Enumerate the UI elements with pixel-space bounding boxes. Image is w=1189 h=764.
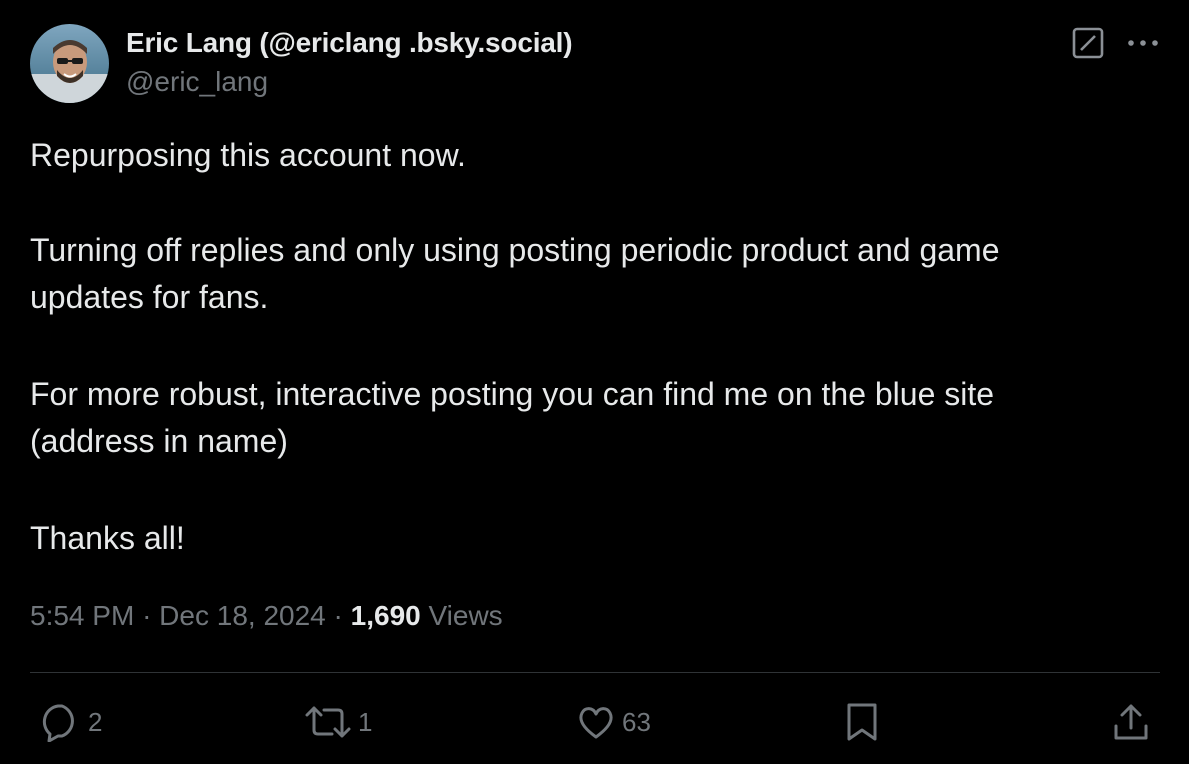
repost-icon <box>304 702 352 742</box>
bookmark-icon <box>844 702 880 742</box>
views-label: Views <box>428 600 503 631</box>
post-line: (address in name) <box>30 423 288 459</box>
meta-separator: · <box>142 600 152 631</box>
share-icon <box>1112 702 1150 742</box>
post-line: updates for fans. <box>30 279 269 315</box>
post-meta: 5:54 PM · Dec 18, 2024 · 1,690 Views <box>30 600 503 632</box>
post-line: Repurposing this account now. <box>30 137 466 173</box>
like-button[interactable]: 63 <box>576 700 651 744</box>
author-handle[interactable]: @eric_lang <box>126 66 268 98</box>
grok-icon[interactable] <box>1072 27 1104 59</box>
bookmark-button[interactable] <box>844 700 880 744</box>
post-time[interactable]: 5:54 PM <box>30 600 134 631</box>
more-icon[interactable] <box>1126 30 1160 56</box>
views-count: 1,690 <box>350 600 421 631</box>
reply-icon <box>38 702 82 742</box>
divider <box>30 672 1160 673</box>
heart-icon <box>576 703 616 741</box>
post-date[interactable]: Dec 18, 2024 <box>159 600 326 631</box>
avatar[interactable] <box>30 24 109 103</box>
like-count: 63 <box>622 706 651 737</box>
post-line: Thanks all! <box>30 520 185 556</box>
repost-count: 1 <box>358 706 373 737</box>
post-line: For more robust, interactive posting you… <box>30 376 995 412</box>
author-display-name[interactable]: Eric Lang (@ericlang .bsky.social) <box>126 27 573 59</box>
meta-separator: · <box>333 600 343 631</box>
reply-button[interactable]: 2 <box>38 700 102 744</box>
repost-button[interactable]: 1 <box>304 700 372 744</box>
reply-count: 2 <box>88 706 103 737</box>
share-button[interactable] <box>1112 700 1150 744</box>
post-line: Turning off replies and only using posti… <box>30 232 1000 268</box>
